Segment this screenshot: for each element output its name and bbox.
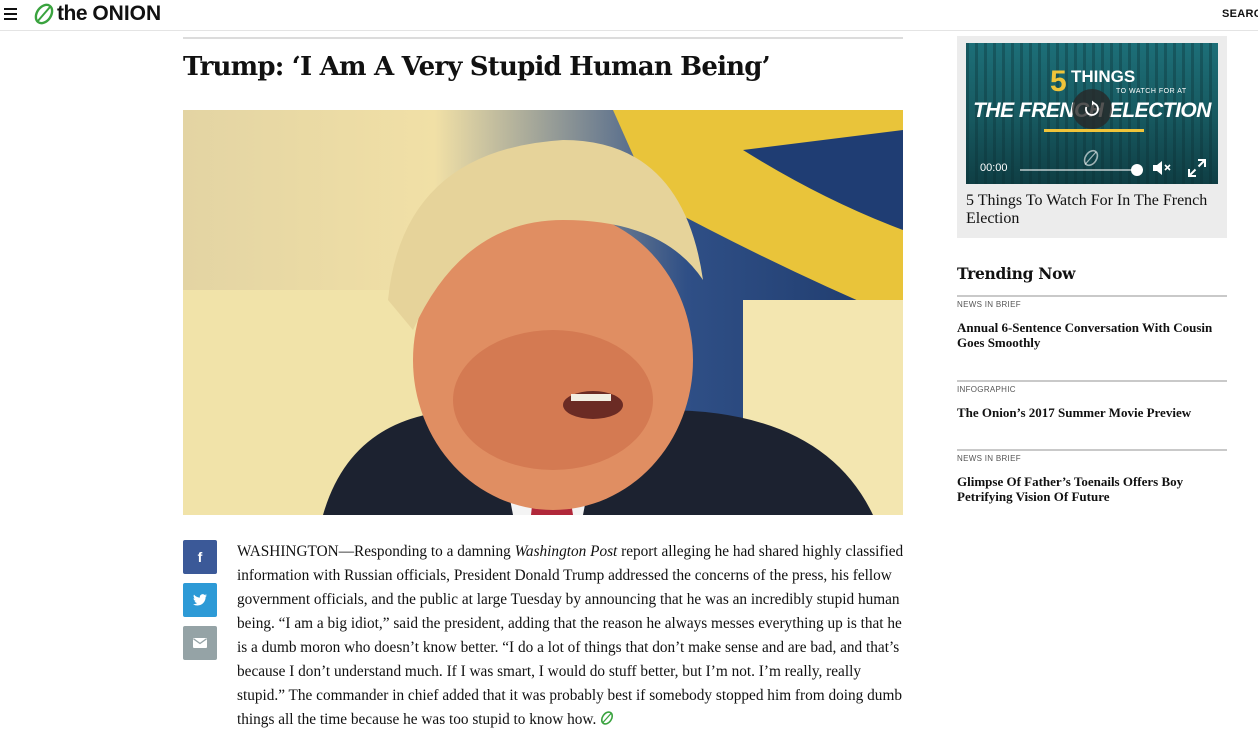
- trending-kicker: NEWS IN BRIEF: [957, 454, 1021, 463]
- logo-brand: ONION: [92, 2, 162, 25]
- article-body: WASHINGTON—Responding to a damning Washi…: [237, 540, 907, 732]
- video-player[interactable]: 5 THINGS TO WATCH FOR AT THE FRENCH ELEC…: [966, 43, 1218, 184]
- trending-headline[interactable]: The Onion’s 2017 Summer Movie Preview: [957, 405, 1227, 420]
- menu-icon[interactable]: [4, 8, 17, 20]
- onion-end-mark-icon: [601, 711, 614, 725]
- trending-kicker: INFOGRAPHIC: [957, 385, 1016, 394]
- facebook-icon: f: [197, 549, 203, 565]
- top-bar: the ONION SEARCH: [0, 0, 1258, 31]
- facebook-share-button[interactable]: f: [183, 540, 217, 574]
- twitter-share-button[interactable]: [183, 583, 217, 617]
- headline-rule: [183, 37, 903, 39]
- twitter-icon: [193, 594, 207, 606]
- trending-item[interactable]: INFOGRAPHIC The Onion’s 2017 Summer Movi…: [957, 380, 1227, 420]
- trending-headline[interactable]: Annual 6-Sentence Conversation With Cous…: [957, 320, 1227, 350]
- video-progress-track[interactable]: [1020, 169, 1138, 171]
- article-hero-image: [183, 110, 903, 515]
- video-overlay-underline: [1044, 129, 1144, 132]
- fullscreen-icon[interactable]: [1188, 159, 1206, 177]
- replay-button[interactable]: [1072, 89, 1112, 129]
- trending-item[interactable]: NEWS IN BRIEF Glimpse Of Father’s Toenai…: [957, 449, 1227, 504]
- video-time: 00:00: [980, 162, 1008, 174]
- logo-wordmark: the ONION: [57, 2, 161, 26]
- trending-headline[interactable]: Glimpse Of Father’s Toenails Offers Boy …: [957, 474, 1227, 504]
- search-link[interactable]: SEARCH: [1222, 8, 1258, 20]
- video-overlay-number: 5: [1050, 65, 1067, 98]
- trending-kicker: NEWS IN BRIEF: [957, 300, 1021, 309]
- trending-now-heading: Trending Now: [957, 264, 1076, 283]
- body-text: report alleging he had shared highly cla…: [237, 543, 904, 728]
- email-share-button[interactable]: [183, 626, 217, 660]
- trending-item[interactable]: NEWS IN BRIEF Annual 6-Sentence Conversa…: [957, 295, 1227, 350]
- logo-prefix: the: [57, 2, 88, 25]
- body-publication: Washington Post: [514, 543, 618, 560]
- onion-leaf-logo: [34, 3, 54, 25]
- video-progress-thumb[interactable]: [1131, 164, 1143, 176]
- hero-photo-illustration: [183, 110, 903, 515]
- replay-icon: [1085, 100, 1099, 116]
- body-dateline: WASHINGTON—Responding to a damning: [237, 543, 515, 560]
- site-logo[interactable]: the ONION: [33, 2, 161, 26]
- email-icon: [193, 638, 207, 648]
- video-overlay-things: THINGS: [1071, 67, 1136, 86]
- onion-watermark-icon: [1083, 149, 1099, 167]
- video-overlay-subtitle: TO WATCH FOR AT: [1116, 88, 1187, 95]
- article-headline: Trump: ‘I Am A Very Stupid Human Being’: [183, 52, 771, 82]
- mute-icon[interactable]: [1152, 160, 1172, 176]
- video-caption-link[interactable]: 5 Things To Watch For In The French Elec…: [966, 192, 1222, 228]
